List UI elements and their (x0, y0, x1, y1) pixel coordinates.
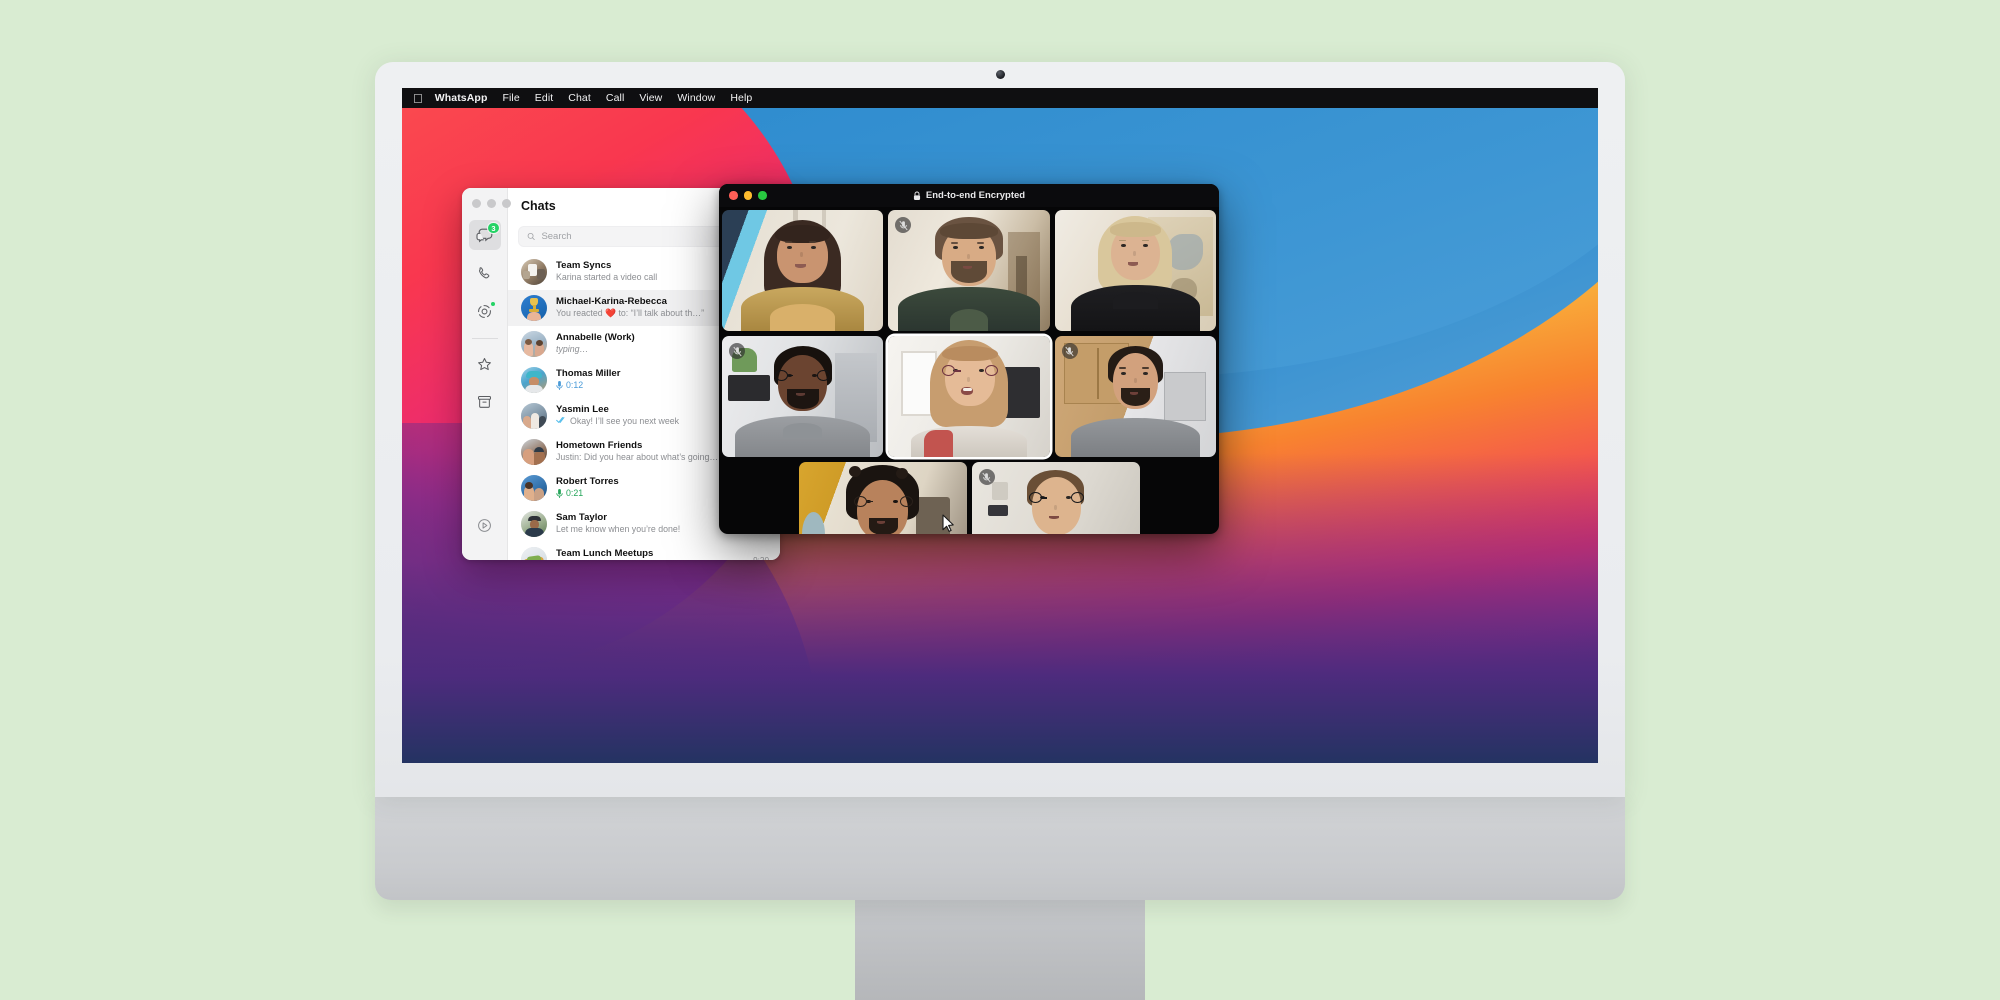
chat-preview: 0:12 (556, 380, 740, 391)
sidebar-item-chats[interactable]: 3 (468, 220, 501, 250)
sidebar-item-starred[interactable] (469, 349, 501, 379)
chats-unread-badge: 3 (487, 222, 500, 234)
chat-preview-text: Okay! I’ll see you next week (570, 416, 680, 427)
mic-muted-icon (899, 220, 908, 230)
chat-preview: 0:21 (556, 488, 744, 499)
sidebar-item-status[interactable] (469, 296, 501, 326)
chat-name: Robert Torres (556, 476, 619, 488)
apple-logo-icon[interactable]:  (413, 92, 423, 105)
minimize-button[interactable] (743, 191, 752, 200)
voice-message-icon (556, 489, 563, 499)
mute-badge (978, 469, 995, 485)
chat-preview: Justin: Did you hear about what’s going… (556, 452, 719, 463)
maximize-button[interactable] (502, 199, 511, 208)
chat-name: Hometown Friends (556, 440, 643, 452)
mic-muted-icon (982, 472, 991, 482)
video-grid (719, 207, 1219, 534)
avatar (521, 331, 547, 357)
call-window-titlebar: End-to-end Encrypted (719, 184, 1219, 207)
sidebar-divider (471, 338, 498, 339)
chat-name: Team Syncs (556, 260, 612, 272)
menu-item-edit[interactable]: Edit (535, 92, 554, 104)
participant-tile-1[interactable] (722, 210, 884, 331)
call-traffic-lights[interactable] (729, 191, 767, 200)
chat-name: Annabelle (Work) (556, 332, 635, 344)
menu-item-window[interactable]: Window (677, 92, 715, 104)
participant-tile-5[interactable] (888, 336, 1050, 457)
mic-muted-icon (732, 346, 742, 356)
chat-name: Thomas Miller (556, 368, 621, 380)
menu-item-whatsapp[interactable]: WhatsApp (435, 92, 488, 104)
mouse-cursor (942, 514, 954, 532)
status-active-dot (489, 301, 496, 307)
chat-name: Michael-Karina-Rebecca (556, 296, 667, 308)
voice-message-icon (556, 381, 563, 391)
video-call-window: End-to-end Encrypted (719, 184, 1219, 534)
mute-badge (729, 343, 745, 359)
sidebar-item-settings[interactable] (469, 510, 501, 540)
voice-duration: 0:21 (566, 488, 584, 499)
participant-tile-4[interactable] (722, 336, 884, 457)
close-button[interactable] (472, 199, 481, 208)
menu-item-file[interactable]: File (502, 92, 519, 104)
maximize-button[interactable] (758, 191, 767, 200)
participant-tile-3[interactable] (1054, 210, 1216, 331)
chat-preview: Karina started a video call (556, 272, 658, 283)
page-title: Chats (521, 199, 556, 213)
avatar (521, 403, 547, 429)
avatar (521, 259, 547, 285)
chat-name: Sam Taylor (556, 512, 608, 524)
chat-preview: Let me know when you’re done! (556, 524, 681, 535)
settings-icon (478, 518, 491, 532)
chat-preview: You reacted ❤️ to: “I’ll talk about th…” (556, 308, 705, 319)
imac-stand-neck (855, 898, 1145, 1000)
avatar (521, 547, 547, 560)
chat-preview: Okay! I’ll see you next week (556, 416, 744, 427)
chat-name: Team Lunch Meetups (556, 548, 654, 560)
read-receipt-icon (556, 416, 567, 427)
avatar (521, 439, 547, 465)
menu-item-view[interactable]: View (639, 92, 662, 104)
participant-tile-8[interactable] (971, 462, 1140, 534)
archive-icon (478, 395, 491, 408)
mic-muted-icon (1065, 346, 1074, 356)
webcam-icon (996, 70, 1005, 79)
star-icon (478, 357, 491, 370)
avatar (521, 295, 547, 321)
app-sidebar: 3 (462, 188, 508, 560)
imac-screen:  WhatsApp File Edit Chat Call View Wind… (402, 88, 1598, 763)
voice-duration: 0:12 (566, 380, 584, 391)
sidebar-item-calls[interactable] (469, 258, 501, 288)
avatar (521, 475, 547, 501)
chat-name: Yasmin Lee (556, 404, 609, 416)
minimize-button[interactable] (487, 199, 496, 208)
avatar (521, 367, 547, 393)
avatar (521, 511, 547, 537)
encryption-text: End-to-end Encrypted (925, 190, 1026, 201)
imac-stand-base (375, 790, 1625, 900)
macos-menubar[interactable]:  WhatsApp File Edit Chat Call View Wind… (402, 88, 1598, 108)
chat-window-traffic-lights[interactable] (472, 199, 511, 208)
participant-tile-6[interactable] (1054, 336, 1216, 457)
phone-icon (479, 266, 490, 278)
menu-item-chat[interactable]: Chat (568, 92, 591, 104)
chat-row-team-lunch-meetups[interactable]: Team Lunch Meetups typing… 9:20 (508, 542, 780, 560)
participant-tile-2[interactable] (888, 210, 1050, 331)
chat-preview: typing… (556, 344, 589, 355)
encryption-label: End-to-end Encrypted (913, 190, 1025, 201)
menu-item-call[interactable]: Call (606, 92, 625, 104)
lock-icon (913, 191, 920, 200)
close-button[interactable] (729, 191, 738, 200)
menu-item-help[interactable]: Help (730, 92, 752, 104)
mute-badge (1061, 343, 1078, 359)
sidebar-item-archived[interactable] (469, 387, 501, 417)
search-icon (527, 232, 535, 241)
chat-time: 9:20 (753, 555, 769, 561)
